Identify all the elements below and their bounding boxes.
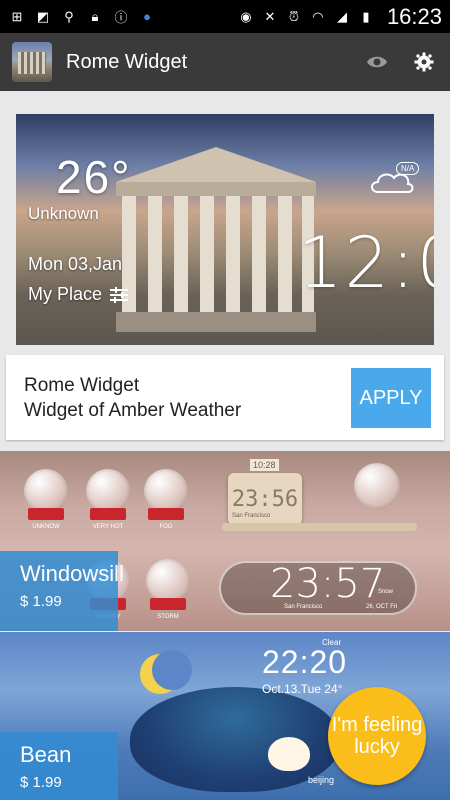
city-caption: San Francisco bbox=[232, 513, 271, 519]
theme-name: Bean bbox=[20, 742, 72, 767]
bean-character bbox=[268, 737, 310, 771]
add-icon: ⊞ bbox=[11, 8, 23, 24]
image-icon: ◩ bbox=[36, 8, 50, 24]
na-badge: N/A bbox=[396, 162, 420, 175]
widget-date: Mon 03,Jan bbox=[28, 254, 123, 274]
widget-preview: 26° Unknown Mon 03,Jan My Place 12:00 N/… bbox=[16, 114, 434, 345]
snowglobe-icon bbox=[24, 469, 68, 513]
battery-charging-icon: ▮ bbox=[362, 8, 370, 24]
app-icon bbox=[12, 42, 52, 82]
pill-date: 26, OCT Fri bbox=[366, 604, 398, 610]
apply-card: Rome Widget Widget of Amber Weather APPL… bbox=[6, 355, 444, 440]
theme-name: Windowsill bbox=[20, 561, 124, 586]
globe-caption: UNKNOW bbox=[32, 524, 60, 530]
widget-place-label: My Place bbox=[28, 284, 103, 304]
theme-price: $ 1.99 bbox=[20, 774, 62, 791]
alarm-icon: ⏰︎ bbox=[288, 8, 299, 24]
pantheon-image bbox=[116, 147, 316, 332]
globe-base bbox=[150, 598, 186, 610]
pill-time: 23:57 bbox=[270, 561, 386, 607]
globe-base bbox=[28, 508, 64, 520]
widget-temperature: 26° bbox=[56, 151, 132, 203]
bean-city: beijing bbox=[308, 775, 335, 785]
pill-condition: Snow bbox=[378, 589, 394, 595]
lock-icon: 🔒︎ bbox=[91, 8, 99, 24]
app-bar: Rome Widget bbox=[0, 33, 450, 91]
gear-icon[interactable] bbox=[414, 52, 434, 72]
apply-title: Rome Widget bbox=[24, 375, 140, 396]
usb-icon: ⚲ bbox=[64, 8, 74, 24]
bean-time: 22:20 bbox=[262, 644, 348, 680]
globe-caption: STORM bbox=[157, 614, 179, 620]
mute-icon: ✕ bbox=[264, 8, 276, 24]
snowglobe-icon bbox=[86, 469, 130, 513]
pill-city: San Francisco bbox=[284, 604, 323, 610]
theme-label: Windowsill $ 1.99 bbox=[0, 551, 124, 631]
widget-clock: 12:00 bbox=[298, 222, 434, 304]
theme-card-windowsill[interactable]: UNKNOW VERY HOT FOG CLOUDY STORM 10:28 2… bbox=[0, 451, 450, 631]
eye-icon[interactable] bbox=[366, 54, 388, 70]
widget-place: My Place bbox=[28, 284, 129, 305]
status-bar: ⊞ ◩ ⚲ 🔒︎ ⓘ ● ◉ ✕ ⏰︎ ◠ ◢ ▮ 16:23 bbox=[0, 0, 450, 33]
globe-base bbox=[148, 508, 184, 520]
widget-location: Unknown bbox=[28, 204, 99, 223]
small-clock: 10:28 bbox=[250, 459, 279, 471]
globe-base bbox=[90, 508, 126, 520]
snowglobe-icon bbox=[354, 463, 400, 509]
apply-subtitle: Widget of Amber Weather bbox=[24, 400, 242, 421]
theme-card-bean[interactable]: Clear 22:20 Oct.13.Tue 24° beijing I'm f… bbox=[0, 632, 450, 800]
globe-caption: VERY HOT bbox=[92, 524, 124, 530]
signal-icon: ◢ bbox=[336, 8, 347, 24]
wifi-icon: ◠ bbox=[312, 8, 324, 24]
theme-label: Bean $ 1.99 bbox=[0, 732, 118, 800]
moon-shadow bbox=[152, 650, 192, 690]
eye-icon: ◉ bbox=[240, 8, 252, 24]
status-time: 16:23 bbox=[386, 3, 442, 29]
info-icon: ⓘ bbox=[114, 10, 128, 25]
apply-button[interactable]: APPLY bbox=[351, 368, 431, 428]
snowglobe-icon bbox=[146, 559, 190, 603]
globe-icon: ● bbox=[143, 9, 151, 24]
feeling-lucky-button[interactable]: I'm feeling lucky bbox=[328, 687, 426, 785]
shelf bbox=[222, 523, 417, 531]
globe-caption: FOG bbox=[159, 524, 173, 530]
bean-date: Oct.13.Tue 24° bbox=[262, 682, 343, 696]
theme-price: $ 1.99 bbox=[20, 593, 62, 610]
app-title: Rome Widget bbox=[66, 50, 188, 73]
snowglobe-icon bbox=[144, 469, 188, 513]
sliders-icon bbox=[110, 286, 129, 303]
